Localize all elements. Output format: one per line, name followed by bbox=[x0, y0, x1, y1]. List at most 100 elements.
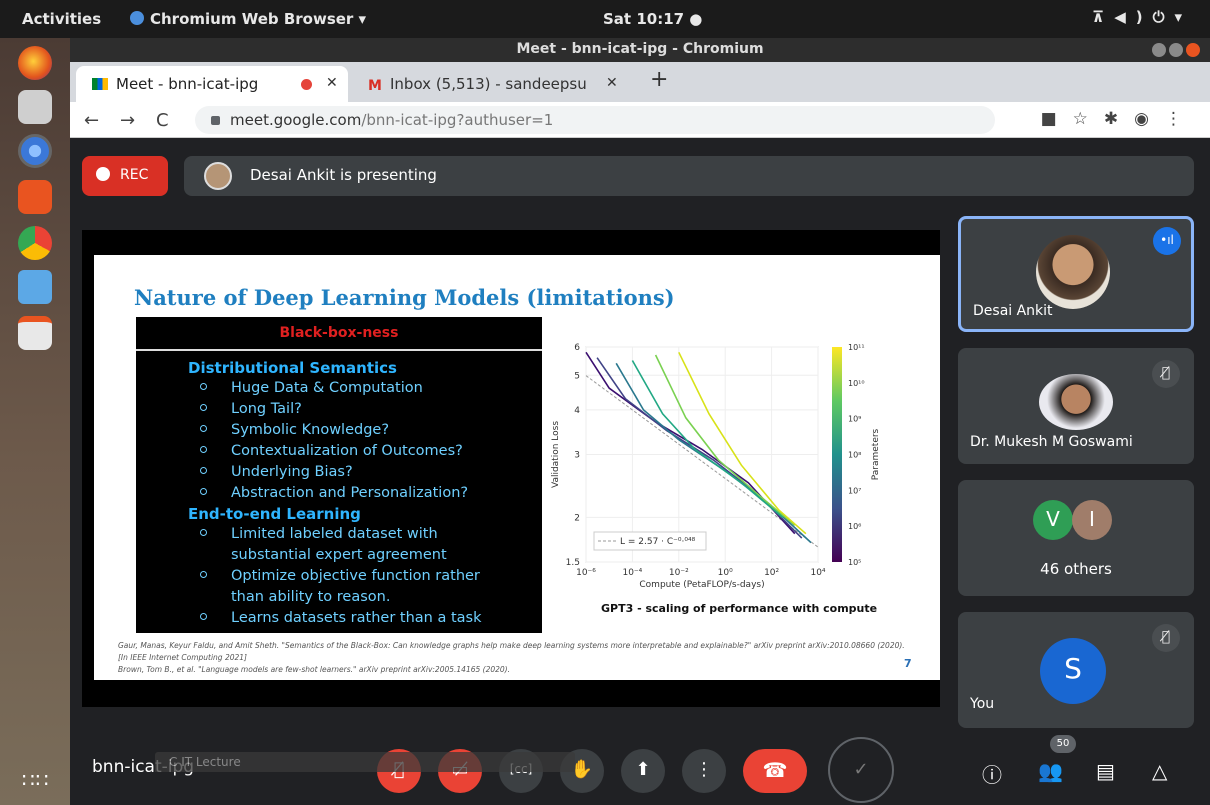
more-options-button[interactable]: ⋮ bbox=[682, 749, 726, 793]
bullet-icon bbox=[200, 446, 207, 453]
app-menu[interactable]: Chromium Web Browser ▾ bbox=[130, 10, 366, 28]
bullet-text: Learns datasets rather than a task bbox=[231, 610, 482, 626]
profile-icon[interactable]: ◉ bbox=[1134, 109, 1165, 129]
colorbar-label: Parameters bbox=[871, 428, 881, 480]
bullet-item: Contextualization of Outcomes? bbox=[200, 443, 463, 459]
minimize-button[interactable] bbox=[1152, 43, 1166, 57]
lock-icon bbox=[211, 116, 220, 125]
activities-icon[interactable]: △ bbox=[1152, 759, 1167, 783]
activities-button[interactable]: Activities bbox=[22, 10, 101, 28]
bullet-icon bbox=[200, 529, 207, 536]
chrome-icon[interactable] bbox=[18, 226, 52, 260]
extensions-icon[interactable]: ✱ bbox=[1104, 109, 1134, 129]
people-icon[interactable]: 👥 bbox=[1038, 759, 1063, 783]
leave-call-button[interactable]: ☎ bbox=[743, 749, 807, 793]
reload-icon[interactable]: C bbox=[156, 110, 169, 131]
avatar: S bbox=[1040, 638, 1106, 704]
recording-indicator[interactable]: REC bbox=[82, 156, 168, 196]
bullet-item: Long Tail? bbox=[200, 401, 302, 417]
window-titlebar: Meet - bnn-icat-ipg - Chromium bbox=[70, 38, 1210, 62]
y-tick-label: 6 bbox=[574, 343, 580, 353]
overlay-bar: C IT Lecture bbox=[155, 752, 575, 772]
bullet-text: Long Tail? bbox=[231, 401, 302, 417]
app-menu-label: Chromium Web Browser ▾ bbox=[150, 10, 367, 28]
more-vert-icon: ⋮ bbox=[695, 759, 713, 780]
system-tray[interactable]: ⊼◀)⏻▾ bbox=[1092, 8, 1192, 26]
tab-gmail-label: Inbox (5,513) - sandeepsu bbox=[390, 75, 587, 93]
reference-2: Brown, Tom B., et al. "Language models a… bbox=[118, 665, 510, 674]
system-top-bar: Activities Chromium Web Browser ▾ Sat 10… bbox=[0, 0, 1210, 38]
section-heading: Distributional Semantics bbox=[188, 359, 397, 377]
bullet-text: Huge Data & Computation bbox=[231, 380, 423, 396]
new-tab-icon[interactable]: + bbox=[650, 67, 668, 92]
x-axis-label: Compute (PetaFLOP/s-days) bbox=[639, 580, 764, 590]
files-icon[interactable] bbox=[18, 90, 52, 124]
chromium-dock-icon[interactable] bbox=[18, 134, 52, 168]
bullet-item: Limited labeled dataset with bbox=[200, 526, 438, 542]
url-path: /bnn-icat-ipg?authuser=1 bbox=[361, 111, 554, 129]
colorbar-tick-label: 10⁵ bbox=[848, 558, 861, 567]
chart-caption: GPT3 - scaling of performance with compu… bbox=[601, 602, 878, 615]
section-heading: End-to-end Learning bbox=[188, 505, 361, 523]
references: Gaur, Manas, Keyur Faldu, and Amit Sheth… bbox=[118, 640, 908, 676]
tab-gmail[interactable]: M Inbox (5,513) - sandeepsu ✕ bbox=[352, 66, 632, 102]
meet-stage: REC Desai Ankit is presenting Nature of … bbox=[70, 138, 1210, 805]
rec-label: REC bbox=[120, 167, 149, 183]
participant-tile-others[interactable]: V I 46 others bbox=[958, 480, 1194, 596]
colorbar-tick-label: 10¹⁰ bbox=[848, 379, 865, 388]
tab-close-icon[interactable]: ✕ bbox=[326, 75, 338, 91]
participant-tile-you[interactable]: 🎙̸ S You bbox=[958, 612, 1194, 728]
x-tick-label: 10⁻⁴ bbox=[622, 568, 642, 578]
y-tick-label: 4 bbox=[574, 406, 580, 416]
menu-icon[interactable]: ⋮ bbox=[1165, 109, 1198, 129]
bullet-icon bbox=[200, 571, 207, 578]
tab-strip: Meet - bnn-icat-ipg ✕ M Inbox (5,513) - s… bbox=[70, 62, 1210, 102]
effects-ring[interactable]: ✓ bbox=[828, 737, 894, 803]
camera-icon[interactable]: ■ bbox=[1041, 109, 1073, 129]
participant-name: You bbox=[970, 696, 995, 712]
url-bar[interactable]: meet.google.com/bnn-icat-ipg?authuser=1 bbox=[195, 106, 995, 134]
meeting-details-icon[interactable]: ⓘ bbox=[982, 759, 1002, 788]
recording-dot-icon bbox=[301, 79, 312, 90]
bookmark-star-icon[interactable]: ☆ bbox=[1073, 109, 1104, 129]
avatar: I bbox=[1072, 500, 1112, 540]
others-count: 46 others bbox=[1040, 560, 1112, 578]
ubuntu-dock: ∷∷ bbox=[0, 38, 70, 805]
participant-tile-mukesh[interactable]: 🎙̸ Dr. Mukesh M Goswami bbox=[958, 348, 1194, 464]
firefox-icon[interactable] bbox=[18, 46, 52, 80]
chromium-icon bbox=[130, 11, 144, 25]
bullet-item: Symbolic Knowledge? bbox=[200, 422, 389, 438]
present-screen-icon: ⬆ bbox=[635, 759, 651, 780]
gmail-favicon-icon: M bbox=[368, 78, 382, 94]
virtualbox-icon[interactable] bbox=[18, 270, 52, 304]
forward-icon[interactable]: → bbox=[120, 110, 135, 131]
bullet-icon bbox=[200, 425, 207, 432]
y-tick-label: 2 bbox=[574, 513, 580, 523]
files-manager-icon[interactable] bbox=[18, 316, 52, 350]
tab-meet[interactable]: Meet - bnn-icat-ipg ✕ bbox=[76, 66, 348, 102]
software-icon[interactable] bbox=[18, 180, 52, 214]
rec-dot-icon bbox=[96, 167, 110, 181]
back-icon[interactable]: ← bbox=[84, 110, 99, 131]
chat-icon[interactable]: ▤ bbox=[1096, 759, 1115, 783]
maximize-button[interactable] bbox=[1169, 43, 1183, 57]
bullet-icon bbox=[200, 613, 207, 620]
show-apps-icon[interactable]: ∷∷ bbox=[22, 770, 49, 790]
present-button[interactable]: ⬆ bbox=[621, 749, 665, 793]
hang-up-icon: ☎ bbox=[762, 758, 788, 782]
participant-tile-desai[interactable]: •ıl Desai Ankit bbox=[958, 216, 1194, 332]
presenting-text: Desai Ankit is presenting bbox=[250, 166, 437, 184]
presenter-avatar bbox=[204, 162, 232, 190]
bullet-text: Contextualization of Outcomes? bbox=[231, 443, 463, 459]
toolbar: ← → C meet.google.com/bnn-icat-ipg?authu… bbox=[70, 102, 1210, 138]
panel-heading: Black-box-ness bbox=[136, 317, 542, 351]
x-tick-label: 10⁻² bbox=[669, 568, 689, 578]
slide-title: Nature of Deep Learning Models (limitati… bbox=[134, 285, 675, 310]
colorbar bbox=[832, 347, 842, 562]
close-window-button[interactable] bbox=[1186, 43, 1200, 57]
slide-page-number: 7 bbox=[904, 657, 912, 670]
x-tick-label: 10⁻⁶ bbox=[576, 568, 596, 578]
clock[interactable]: Sat 10:17 ● bbox=[603, 10, 702, 28]
muted-mic-icon: 🎙̸ bbox=[1152, 624, 1180, 652]
tab-close-icon[interactable]: ✕ bbox=[606, 75, 618, 91]
